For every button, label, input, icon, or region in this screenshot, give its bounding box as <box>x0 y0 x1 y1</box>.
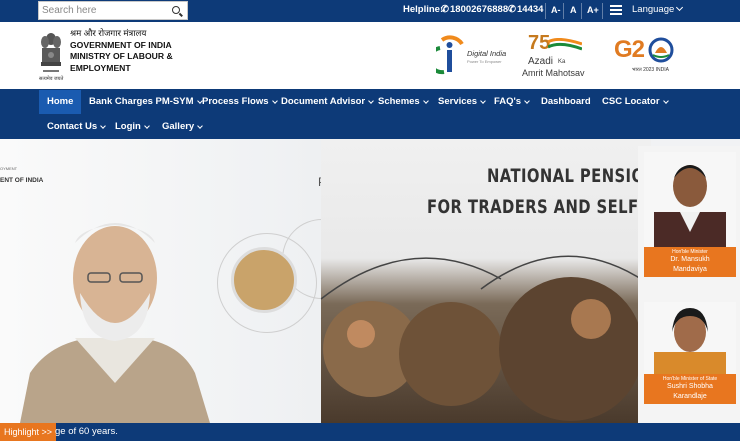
hero-collage-images <box>321 255 643 421</box>
font-normal-button[interactable]: A <box>570 5 577 15</box>
g20-tagline: भारत 2023 INDIA <box>632 67 669 73</box>
g20-lotus-globe-icon <box>648 37 674 63</box>
nav-item-label: Schemes <box>378 96 420 107</box>
ministry-name-line: GOVERNMENT OF INDIA <box>70 39 172 50</box>
main-navigation: Home Bank Charges PM-SYM Process Flows D… <box>0 89 740 139</box>
digital-india-tagline: Power To Empower <box>467 59 502 64</box>
nav-item-csc-locator[interactable]: CSC Locator <box>594 90 676 114</box>
emblem-motto: सत्यमेव जयते <box>39 76 64 82</box>
chevron-down-icon <box>524 98 530 104</box>
azadi-75: 75 <box>528 32 551 54</box>
nav-item-document-advisor[interactable]: Document Advisor <box>273 90 381 114</box>
nav-item-dashboard[interactable]: Dashboard <box>533 90 599 114</box>
chevron-down-icon <box>676 3 684 12</box>
language-label: Language <box>632 4 675 15</box>
nav-item-label: Home <box>47 96 74 107</box>
search-box <box>38 1 188 20</box>
sitemap-icon[interactable] <box>610 3 622 17</box>
digital-india-logo[interactable]: Digital India Power To Empower <box>436 34 514 80</box>
nav-item-label: Gallery <box>162 121 195 132</box>
chevron-down-icon <box>100 123 106 129</box>
ministers-panel: Hon'ble Minister Dr. Mansukh Mandaviya H… <box>638 146 740 430</box>
nav-item-label: Dashboard <box>541 96 591 107</box>
minister-name: Mandaviya <box>673 266 707 273</box>
azadi-word: Azadi <box>528 56 554 67</box>
minister-caption: Hon'ble Minister Dr. Mansukh Mandaviya <box>644 247 736 277</box>
nav-item-label: FAQ's <box>494 96 522 107</box>
minister-name: Karandlaje <box>673 393 707 400</box>
nav-item-process-flows[interactable]: Process Flows <box>194 90 285 114</box>
ministry-title: श्रम और रोजगार मंत्रालय GOVERNMENT OF IN… <box>70 28 173 74</box>
digital-india-icon <box>436 35 464 75</box>
chevron-down-icon <box>197 123 204 129</box>
nav-item-label: Document Advisor <box>281 96 366 107</box>
chevron-down-icon <box>144 123 150 129</box>
minister-name: Sushri Shobha <box>667 383 713 390</box>
nav-item-contact-us[interactable]: Contact Us <box>39 115 113 139</box>
nav-item-faqs[interactable]: FAQ's <box>486 90 537 114</box>
nav-item-label: Services <box>438 96 478 107</box>
g20-wordmark: G2 <box>614 36 645 63</box>
search-input[interactable] <box>39 2 167 19</box>
minister-card[interactable]: Hon'ble Minister of State Sushri Shobha … <box>644 302 736 404</box>
minister-card[interactable]: Hon'ble Minister Dr. Mansukh Mandaviya <box>644 152 736 277</box>
font-increase-button[interactable]: A+ <box>587 5 599 15</box>
nav-item-home[interactable]: Home <box>39 90 82 114</box>
nav-item-label: Bank Charges PM-SYM <box>89 96 194 107</box>
phone-icon: ✆ <box>508 4 516 15</box>
language-dropdown[interactable]: Language <box>632 3 684 15</box>
divider <box>602 3 603 19</box>
minister-caption: Hon'ble Minister of State Sushri Shobha … <box>644 374 736 404</box>
flag-wave-icon <box>548 38 582 51</box>
hero-gov-text: ENT OF INDIA <box>0 177 44 184</box>
search-icon[interactable] <box>172 6 180 14</box>
nav-item-label: Contact Us <box>47 121 98 132</box>
helpline-number[interactable]: 18002676888 <box>450 4 508 15</box>
divider <box>563 3 564 19</box>
nav-item-label: Login <box>115 121 141 132</box>
nav-item-label: Process Flows <box>202 96 269 107</box>
g20-logo[interactable]: G2 भारत 2023 INDIA <box>614 36 684 80</box>
divider <box>545 3 546 19</box>
chevron-down-icon <box>422 98 429 104</box>
national-emblem-logo[interactable] <box>39 30 63 78</box>
nav-item-label: CSC Locator <box>602 96 660 107</box>
ministry-name-line: EMPLOYMENT <box>70 62 131 73</box>
ministry-name-line: MINISTRY OF LABOUR & <box>70 51 173 62</box>
azadi-ka-amrit-mahotsav-logo[interactable]: 75 Azadi Ka Amrit Mahotsav <box>522 32 592 82</box>
chevron-down-icon <box>662 98 669 104</box>
minister-name: Dr. Mansukh <box>670 256 710 263</box>
phone-icon: ✆ <box>441 4 449 15</box>
highlight-button[interactable]: Highlight >> <box>0 423 57 441</box>
helpline-short[interactable]: 14434 <box>517 4 543 15</box>
font-decrease-button[interactable]: A- <box>551 5 561 15</box>
nav-item-login[interactable]: Login <box>107 115 157 139</box>
hero-small-text: OYMENT <box>0 166 18 171</box>
nav-item-services[interactable]: Services <box>430 90 493 114</box>
site-header: श्रम और रोजगार मंत्रालय GOVERNMENT OF IN… <box>0 22 740 89</box>
azadi-ka: Ka <box>558 59 566 65</box>
prime-minister-photo <box>20 223 210 423</box>
nav-item-gallery[interactable]: Gallery <box>154 115 210 139</box>
hero-photo-vendor <box>231 247 297 313</box>
minister-photo <box>644 302 736 374</box>
digital-india-text: Digital India <box>467 49 507 58</box>
top-utility-bar: Helpline: ✆ 18002676888 ✆ 14434 A- A A+ … <box>0 0 740 22</box>
hero-slide-right: NATIONAL PENSION S FOR TRADERS AND SELF … <box>321 139 690 423</box>
hero-carousel[interactable]: OYMENT ENT OF INDIA P NATIONAL PENSION S… <box>0 139 740 423</box>
nav-item-schemes[interactable]: Schemes <box>370 90 436 114</box>
ticker-text[interactable]: ge of 60 years. <box>55 423 118 441</box>
nav-item-bank-charges[interactable]: Bank Charges PM-SYM <box>81 90 210 114</box>
amrit-mahotsav-text: Amrit Mahotsav <box>522 68 585 78</box>
divider <box>581 3 582 19</box>
highlight-ticker: Highlight >> ge of 60 years. <box>0 423 740 441</box>
helpline-label: Helpline: <box>403 4 444 15</box>
hero-slide-left: OYMENT ENT OF INDIA P <box>0 139 362 423</box>
minister-photo <box>644 152 736 247</box>
ministry-hindi-name: श्रम और रोजगार मंत्रालय <box>70 28 147 38</box>
